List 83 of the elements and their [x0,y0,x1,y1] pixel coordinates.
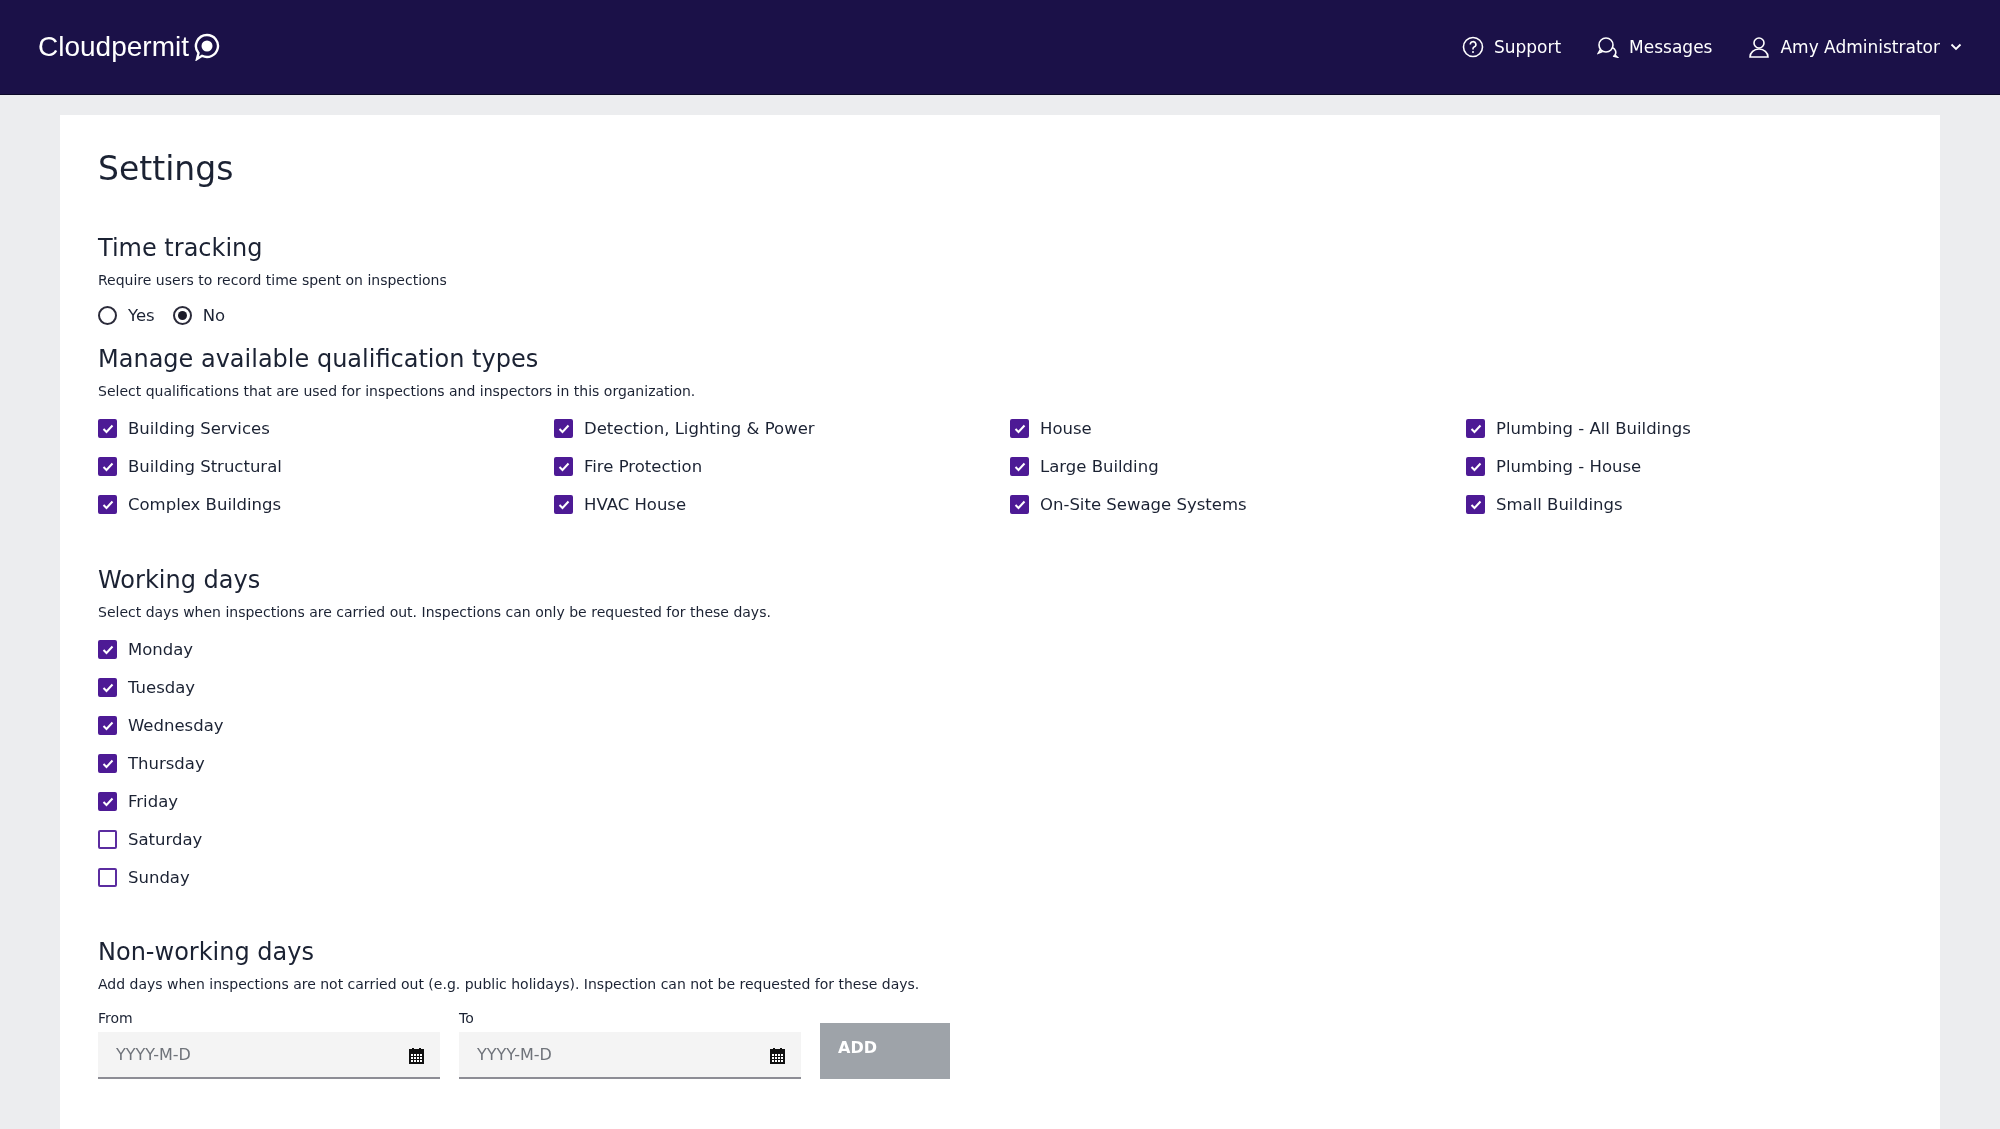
checkbox[interactable] [98,716,117,735]
check-icon [101,499,114,510]
section-description: Select qualifications that are used for inspections and inspectors in this organization. [98,383,697,399]
checkbox-label: Thursday [128,754,205,773]
checkbox[interactable] [554,419,573,438]
check-icon [101,720,114,731]
section-title: Non-working days [98,938,315,966]
check-icon [557,499,570,510]
checkbox[interactable] [1466,457,1485,476]
chat-bubbles-icon [1597,36,1620,58]
checkbox[interactable] [1010,457,1029,476]
checkbox[interactable] [98,419,117,438]
check-icon [101,644,114,655]
checkbox[interactable] [98,678,117,697]
logo-text: Cloudpermit [38,31,189,63]
checkbox-label: Detection, Lighting & Power [584,419,815,438]
checkbox-label: Building Services [128,419,270,438]
chevron-down-icon [1950,43,1962,51]
checkbox-label: Sunday [128,868,190,887]
page-title: Settings [98,149,235,188]
check-icon [101,682,114,693]
check-icon [101,423,114,434]
checkbox-label: Friday [128,792,178,811]
calendar-icon [770,1048,785,1064]
checkbox-label: Complex Buildings [128,495,282,514]
radio-button[interactable] [172,306,192,325]
section-title: Manage available qualification types [98,345,540,373]
checkbox-label: Wednesday [128,716,224,735]
radio-button[interactable] [98,306,117,325]
check-icon [1013,461,1026,472]
checkbox[interactable] [98,830,117,849]
checkbox-label: On-Site Sewage Systems [1040,495,1247,514]
checkbox[interactable] [98,457,117,476]
checkbox[interactable] [98,792,117,811]
check-icon [1469,423,1482,434]
checkbox[interactable] [98,754,117,773]
checkbox-label: Saturday [128,830,203,849]
field-label: To [459,1010,474,1026]
checkbox-label: HVAC House [584,495,687,514]
section-description: Require users to record time spent on inspections [98,272,448,288]
chat-bubble-logo-icon [193,33,220,61]
radio-label: No [202,306,226,325]
checkbox-label: Building Structural [128,457,282,476]
section-title: Time tracking [98,234,264,262]
checkbox-label: Small Buildings [1496,495,1623,514]
checkbox-label: Plumbing - All Buildings [1496,419,1691,438]
checkbox[interactable] [98,495,117,514]
help-icon [1461,36,1484,58]
date-field[interactable]: YYYY-M-D [98,1032,440,1079]
checkbox[interactable] [98,640,117,659]
calendar-icon [409,1048,424,1064]
nav-link[interactable]: Amy Administrator [1748,36,1962,58]
checkbox[interactable] [554,457,573,476]
nav-link[interactable]: Messages [1597,36,1713,58]
checkbox-label: House [1040,419,1092,438]
section-title: Working days [98,566,262,594]
checkbox[interactable] [1010,495,1029,514]
date-field[interactable]: YYYY-M-D [459,1032,801,1079]
checkbox[interactable] [98,868,117,887]
nav-link[interactable]: Support [1461,36,1562,58]
section-description: Select days when inspections are carried out. Inspections can only be requested for these days. [98,604,772,620]
check-icon [557,423,570,434]
check-icon [101,461,114,472]
checkbox[interactable] [1466,495,1485,514]
check-icon [1013,423,1026,434]
checkbox-label: Large Building [1040,457,1159,476]
checkbox[interactable] [1466,419,1485,438]
user-icon [1748,36,1771,58]
check-icon [557,461,570,472]
checkbox-label: Plumbing - House [1496,457,1642,476]
checkbox[interactable] [554,495,573,514]
checkbox-label: Tuesday [128,678,196,697]
check-icon [1013,499,1026,510]
section-description: Add days when inspections are not carried out (e.g. public holidays). Inspection can not be requested for these days. [98,976,921,992]
check-icon [1469,461,1482,472]
checkbox[interactable] [1010,419,1029,438]
check-icon [101,796,114,807]
check-icon [101,758,114,769]
radio-label: Yes [128,306,155,325]
checkbox-label: Monday [128,640,194,659]
checkbox-label: Fire Protection [584,457,703,476]
field-label: From [98,1010,133,1026]
check-icon [1469,499,1482,510]
